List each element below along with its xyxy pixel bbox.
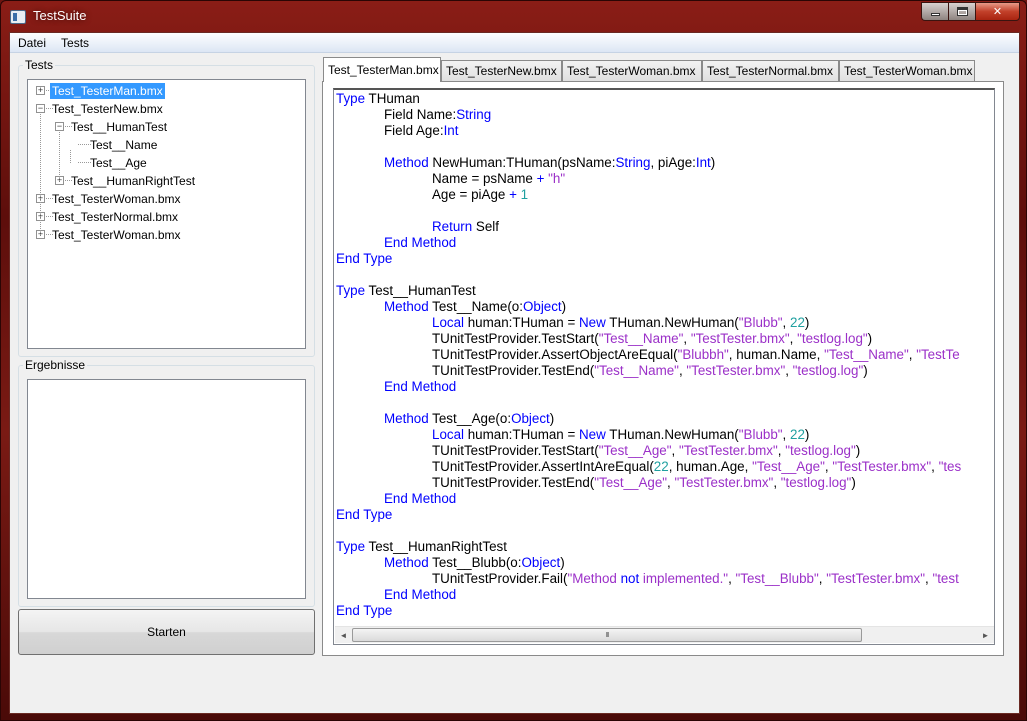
- code-line: Method Test__Name(o:Object): [384, 299, 567, 314]
- code-line: End Type: [336, 507, 393, 522]
- code-line: Type THuman: [336, 91, 420, 106]
- tab-file[interactable]: Test_TesterWoman.bmx: [562, 60, 702, 81]
- minimize-button[interactable]: [921, 2, 948, 21]
- code-line: Field Age:Int: [384, 123, 459, 138]
- client-area: Datei Tests Tests + Test_TesterMan.bmx − Te…: [9, 32, 1020, 714]
- close-icon: ✕: [992, 6, 1003, 18]
- code-line: Type Test__HumanTest: [336, 283, 476, 298]
- collapse-icon[interactable]: −: [55, 122, 64, 131]
- tree-item-label: Test_TesterNew.bmx: [52, 102, 163, 116]
- results-list[interactable]: [27, 379, 306, 599]
- tree-item[interactable]: − Test_TesterNew.bmx: [28, 100, 305, 118]
- code-line: End Type: [336, 603, 393, 618]
- code-line: Local human:THuman = New THuman.NewHuman…: [432, 315, 810, 330]
- tab-file[interactable]: Test_TesterMan.bmx: [323, 57, 441, 82]
- tree-item[interactable]: + Test_TesterWoman.bmx: [28, 190, 305, 208]
- tree-item[interactable]: + Test_TesterNormal.bmx: [28, 208, 305, 226]
- code-line: Method NewHuman:THuman(psName:String, pi…: [384, 155, 716, 170]
- start-button[interactable]: Starten: [18, 609, 315, 655]
- collapse-icon[interactable]: −: [36, 104, 45, 113]
- code-line: Type Test__HumanRightTest: [336, 539, 507, 554]
- tab-file[interactable]: Test_TesterNew.bmx: [441, 60, 562, 81]
- window-controls: ✕: [921, 2, 1020, 21]
- test-tree[interactable]: + Test_TesterMan.bmx − Test_TesterNew.bmx − T…: [27, 79, 306, 349]
- tree-guide-line: [59, 132, 60, 181]
- app-window: TestSuite ✕ Datei Tests Tests + Test_Test…: [0, 0, 1027, 721]
- code-line: TUnitTestProvider.Fail("Method not imple…: [432, 571, 959, 586]
- close-button[interactable]: ✕: [975, 2, 1020, 21]
- code-editor[interactable]: End Type End Method TUnitTestProvider.Fail…: [333, 88, 995, 645]
- menu-bar: Datei Tests: [10, 33, 1019, 53]
- tests-group-label: Tests: [23, 58, 56, 72]
- code-line: Field Name:String: [384, 107, 492, 122]
- maximize-button[interactable]: [948, 2, 975, 21]
- tree-item-label: Test_TesterWoman.bmx: [52, 228, 181, 242]
- scroll-left-icon[interactable]: ◄: [335, 627, 352, 644]
- tree-item-label: Test__Name: [90, 138, 158, 152]
- maximize-icon: [956, 7, 968, 16]
- code-line: TUnitTestProvider.TestStart("Test__Age",…: [432, 443, 861, 458]
- code-line: Method Test__Blubb(o:Object): [384, 555, 565, 570]
- code-line: TUnitTestProvider.TestStart("Test__Name"…: [432, 331, 873, 346]
- tab-file[interactable]: Test_TesterWoman.bmx: [839, 60, 975, 81]
- menu-datei[interactable]: Datei: [10, 33, 53, 52]
- window-title: TestSuite: [33, 8, 87, 23]
- code-line: TUnitTestProvider.AssertObjectAreEqual("…: [432, 347, 960, 362]
- code-line: End Method: [384, 491, 457, 506]
- tree-item[interactable]: − Test__HumanTest: [28, 118, 305, 136]
- code-line: Age = piAge + 1: [432, 187, 529, 202]
- code-line: TUnitTestProvider.TestEnd("Test__Age", "…: [432, 475, 856, 490]
- tree-item-label: Test_TesterWoman.bmx: [52, 192, 181, 206]
- horizontal-scrollbar[interactable]: ◄ III ►: [335, 626, 994, 643]
- tree-item-label: Test__HumanTest: [71, 120, 168, 134]
- code-line: TUnitTestProvider.TestEnd("Test__Name", …: [432, 363, 868, 378]
- code-line: Local human:THuman = New THuman.NewHuman…: [432, 427, 810, 442]
- menu-tests[interactable]: Tests: [53, 33, 96, 52]
- tab-file[interactable]: Test_TesterNormal.bmx: [702, 60, 839, 81]
- code-line: End Type: [336, 251, 393, 266]
- code-line: End Method: [384, 235, 457, 250]
- code-line: Name = psName + "h": [432, 171, 566, 186]
- scroll-thumb[interactable]: III: [352, 628, 862, 642]
- app-icon: [10, 10, 26, 24]
- title-bar[interactable]: TestSuite ✕: [1, 1, 1026, 33]
- tree-item-label: Test__HumanRightTest: [71, 174, 196, 188]
- results-group-label: Ergebnisse: [23, 358, 88, 372]
- code-line: TUnitTestProvider.AssertIntAreEqual(22, …: [432, 459, 962, 474]
- tree-item-label: Test_TesterMan.bmx: [50, 83, 165, 99]
- tree-guide-line: [70, 150, 71, 163]
- expand-icon[interactable]: +: [36, 86, 45, 95]
- minimize-icon: [930, 13, 940, 16]
- tree-item[interactable]: + Test_TesterWoman.bmx: [28, 226, 305, 244]
- tab-panel: End Type End Method TUnitTestProvider.Fail…: [322, 81, 1004, 656]
- tree-item[interactable]: + Test_TesterMan.bmx: [28, 82, 305, 100]
- tree-guide-line: [40, 114, 41, 235]
- code-line: Return Self: [432, 219, 499, 234]
- code-line: Method Test__Age(o:Object): [384, 411, 555, 426]
- tree-item-label: Test_TesterNormal.bmx: [52, 210, 179, 224]
- scroll-right-icon[interactable]: ►: [977, 627, 994, 644]
- code-line: End Method: [384, 379, 457, 394]
- tree-item-label: Test__Age: [90, 156, 147, 170]
- tree-item[interactable]: + Test__HumanRightTest: [28, 172, 305, 190]
- code-line: End Method: [384, 587, 457, 602]
